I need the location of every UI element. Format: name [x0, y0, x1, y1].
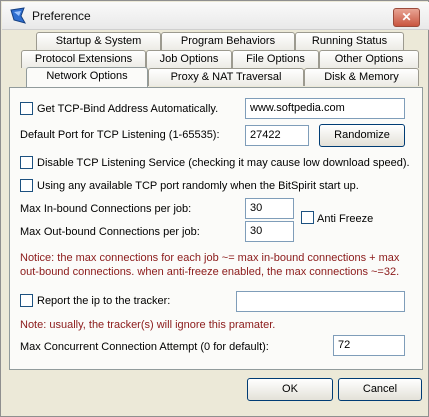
window-title: Preference: [32, 9, 91, 23]
max-inbound-label: Max In-bound Connections per job:: [20, 203, 192, 215]
tab-protocol-extensions[interactable]: Protocol Extensions: [21, 50, 146, 68]
tab-program-behaviors[interactable]: Program Behaviors: [161, 32, 295, 50]
disable-tcp-listening-label: Disable TCP Listening Service (checking …: [37, 157, 410, 169]
max-concurrent-input[interactable]: 72: [333, 335, 405, 356]
tab-other-options[interactable]: Other Options: [319, 50, 419, 68]
close-button[interactable]: ✕: [393, 8, 420, 27]
title-bar[interactable]: Preference ✕: [2, 2, 429, 30]
anti-freeze-checkbox[interactable]: [301, 211, 314, 224]
randomize-button[interactable]: Randomize: [319, 124, 405, 147]
tab-file-options[interactable]: File Options: [232, 50, 319, 68]
tracker-notice: Note: usually, the tracker(s) will ignor…: [20, 319, 276, 331]
max-concurrent-label: Max Concurrent Connection Attempt (0 for…: [20, 341, 269, 353]
anti-freeze-label: Anti Freeze: [317, 213, 374, 225]
max-outbound-label: Max Out-bound Connections per job:: [20, 226, 200, 238]
tab-startup-system[interactable]: Startup & System: [36, 32, 161, 50]
max-inbound-input[interactable]: 30: [245, 198, 294, 219]
get-tcp-bind-checkbox[interactable]: [20, 102, 33, 115]
any-tcp-port-label: Using any available TCP port randomly wh…: [37, 180, 359, 192]
tcp-bind-address-input[interactable]: www.softpedia.com: [245, 98, 405, 119]
report-ip-checkbox[interactable]: [20, 294, 33, 307]
close-icon: ✕: [401, 10, 412, 24]
cancel-button[interactable]: Cancel: [338, 378, 422, 401]
tab-running-status[interactable]: Running Status: [295, 32, 404, 50]
ok-button[interactable]: OK: [247, 378, 333, 401]
tab-proxy-nat-traversal[interactable]: Proxy & NAT Traversal: [148, 68, 304, 86]
preference-window: Preference ✕ Startup & System Program Be…: [0, 0, 429, 417]
get-tcp-bind-label: Get TCP-Bind Address Automatically.: [37, 103, 219, 115]
tab-network-options[interactable]: Network Options: [26, 67, 148, 87]
default-port-input[interactable]: 27422: [245, 125, 309, 146]
bitspirit-logo-icon: [10, 7, 27, 24]
default-port-label: Default Port for TCP Listening (1-65535)…: [20, 129, 220, 141]
report-ip-input[interactable]: [236, 291, 405, 312]
max-outbound-input[interactable]: 30: [245, 221, 294, 242]
tab-disk-memory[interactable]: Disk & Memory: [304, 68, 419, 86]
report-ip-label: Report the ip to the tracker:: [37, 295, 171, 307]
disable-tcp-listening-checkbox[interactable]: [20, 156, 33, 169]
any-tcp-port-checkbox[interactable]: [20, 179, 33, 192]
tab-job-options[interactable]: Job Options: [146, 50, 232, 68]
tab-strip: Startup & System Program Behaviors Runni…: [9, 30, 423, 88]
max-connections-notice: Notice: the max connections for each job…: [20, 252, 400, 278]
